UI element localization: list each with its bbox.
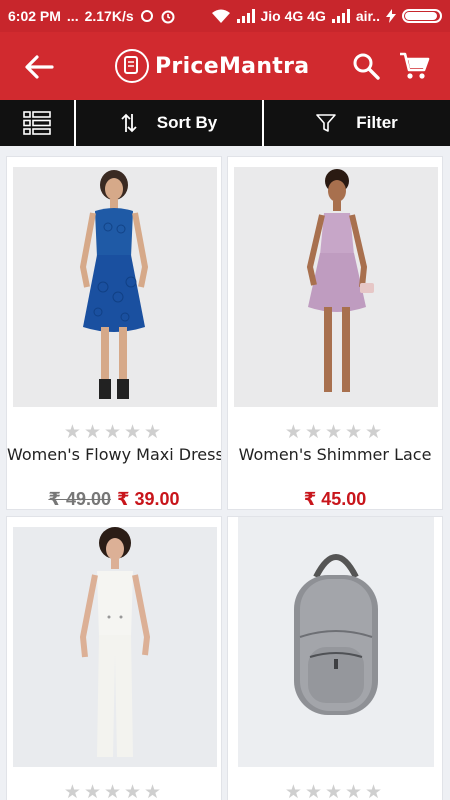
brand-name: PriceMantra xyxy=(155,53,310,79)
product-image[interactable] xyxy=(238,517,434,767)
status-bar: 6:02 PM ... 2.17K/s Jio 4G 4G air.. xyxy=(0,0,450,32)
pink-lace-dress-image xyxy=(234,167,438,407)
product-card[interactable]: ★★★★★ xyxy=(227,516,443,800)
product-title[interactable]: Women's Shimmer Lace xyxy=(228,445,442,464)
rating-stars: ★★★★★ xyxy=(284,781,386,800)
sort-filter-toolbar: Sort By Filter xyxy=(0,100,450,146)
signal-icon xyxy=(236,9,255,23)
product-prices: ₹ 45.00 xyxy=(228,489,442,510)
list-view-icon xyxy=(23,111,51,135)
product-prices: ₹ 49.00 ₹ 39.00 xyxy=(7,489,221,510)
silver-backpack-image xyxy=(238,517,434,767)
sync-icon xyxy=(140,10,153,22)
sort-by-button[interactable]: Sort By xyxy=(76,100,264,146)
charging-icon xyxy=(386,9,396,23)
product-title[interactable]: Women's Flowy Maxi Dress xyxy=(7,445,221,464)
status-time: 6:02 PM xyxy=(8,8,61,24)
product-card[interactable]: ★★★★★ Women's Shimmer Lace ₹ 45.00 xyxy=(227,156,443,510)
status-dots: ... xyxy=(66,8,79,24)
cart-icon[interactable] xyxy=(398,50,430,82)
carrier-1: Jio 4G 4G xyxy=(260,8,326,24)
rating-stars: ★★★★★ xyxy=(284,421,386,443)
white-jumpsuit-image xyxy=(13,527,217,767)
product-grid: ★★★★★ Women's Flowy Maxi Dress ₹ 49.00 ₹ … xyxy=(0,146,450,800)
back-arrow-icon[interactable] xyxy=(22,50,56,84)
product-card[interactable]: ★★★★★ xyxy=(6,516,222,800)
filter-button[interactable]: Filter xyxy=(264,100,450,146)
brand-logo[interactable]: PriceMantra xyxy=(115,48,309,84)
original-price: ₹ 49.00 xyxy=(48,489,111,509)
product-card[interactable]: ★★★★★ Women's Flowy Maxi Dress ₹ 49.00 ₹ … xyxy=(6,156,222,510)
blue-lace-dress-image xyxy=(13,167,217,407)
alarm-icon xyxy=(161,10,175,24)
sale-price: ₹ 45.00 xyxy=(303,489,367,509)
search-icon[interactable] xyxy=(352,52,380,80)
wifi-icon xyxy=(211,9,230,23)
app-bar: PriceMantra xyxy=(0,32,450,100)
view-toggle-button[interactable] xyxy=(0,100,76,146)
pricemantra-logo-icon xyxy=(115,49,149,83)
battery-icon xyxy=(402,9,442,23)
filter-funnel-icon xyxy=(316,114,337,132)
product-image[interactable] xyxy=(234,167,438,407)
network-speed: 2.17K/s xyxy=(84,8,134,24)
sort-by-label: Sort By xyxy=(156,113,218,132)
product-image[interactable] xyxy=(13,527,217,767)
rating-stars: ★★★★★ xyxy=(63,781,165,800)
product-image[interactable] xyxy=(13,167,217,407)
rating-stars: ★★★★★ xyxy=(63,421,165,443)
sale-price: ₹ 39.00 xyxy=(117,489,180,509)
filter-label: Filter xyxy=(356,113,398,132)
signal-icon-2 xyxy=(331,9,350,23)
sort-arrows-icon xyxy=(121,113,137,133)
carrier-2: air.. xyxy=(355,8,380,24)
